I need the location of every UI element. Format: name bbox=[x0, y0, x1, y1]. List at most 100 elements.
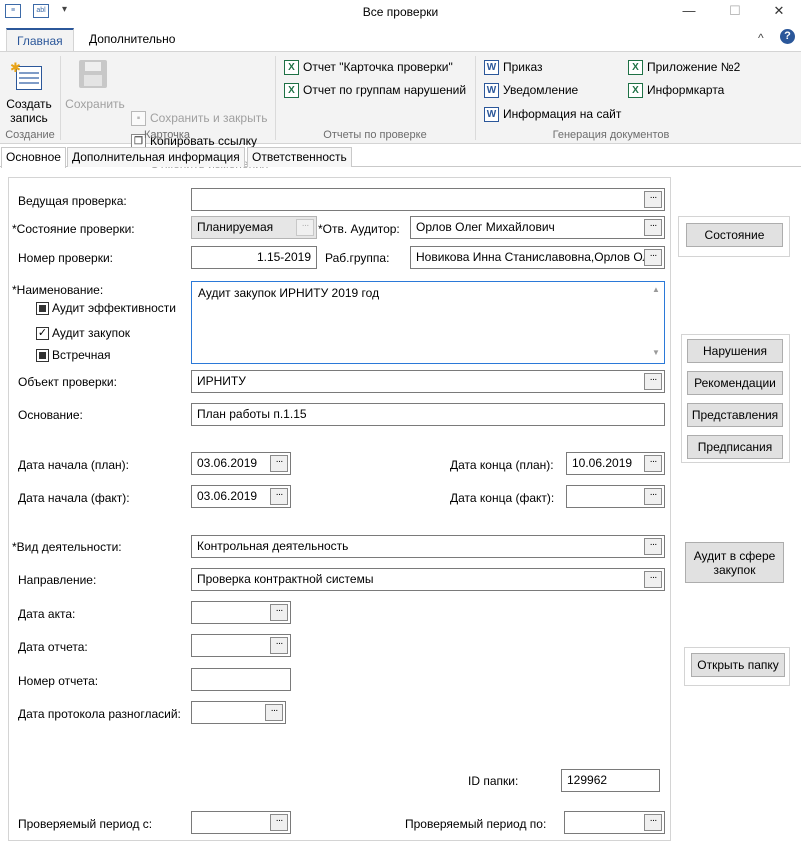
prescriptions-button[interactable]: Предписания bbox=[687, 435, 783, 459]
tab-responsibility[interactable]: Ответственность bbox=[247, 147, 352, 167]
title-bar: ≡ abl ▾ Все проверки — ☐ ✕ bbox=[0, 0, 801, 24]
lead-check-lookup-button[interactable]: ··· bbox=[644, 191, 662, 208]
folder-id-label: ID папки: bbox=[468, 774, 519, 788]
ribbon: ✱ Создать запись Создание Сохранить ▪ Сох… bbox=[0, 51, 801, 171]
act-date-field[interactable]: ··· bbox=[191, 601, 291, 624]
appendix2-button[interactable]: X Приложение №2 bbox=[628, 57, 740, 77]
group-separator bbox=[275, 56, 276, 140]
tab-home[interactable]: Главная bbox=[6, 28, 74, 52]
close-button[interactable]: ✕ bbox=[756, 0, 801, 24]
direction-label: Направление: bbox=[18, 573, 97, 587]
direction-field[interactable]: Проверка контрактной системы ··· bbox=[191, 568, 665, 591]
appendix2-label: Приложение №2 bbox=[647, 60, 741, 74]
act-date-calendar-button[interactable]: ··· bbox=[270, 604, 288, 621]
direction-lookup-button[interactable]: ··· bbox=[644, 571, 662, 588]
direction-value: Проверка контрактной системы bbox=[197, 572, 374, 586]
state-label: *Состояние проверки: bbox=[12, 222, 135, 236]
protocol-date-calendar-button[interactable]: ··· bbox=[265, 704, 283, 721]
excel-icon: X bbox=[284, 59, 299, 75]
group-label-docs: Генерация документов bbox=[552, 129, 670, 141]
period-from-field[interactable]: ··· bbox=[191, 811, 291, 834]
start-fact-calendar-button[interactable]: ··· bbox=[270, 488, 288, 505]
collapse-ribbon-icon[interactable]: ^ bbox=[758, 31, 764, 45]
open-folder-button[interactable]: Открыть папку bbox=[691, 653, 785, 677]
report-groups-button[interactable]: X Отчет по группам нарушений bbox=[284, 80, 466, 100]
name-value: Аудит закупок ИРНИТУ 2019 год bbox=[198, 286, 380, 300]
folder-id-input[interactable]: 129962 bbox=[561, 769, 660, 792]
object-field[interactable]: ИРНИТУ ··· bbox=[191, 370, 665, 393]
start-plan-field[interactable]: 03.06.2019 ··· bbox=[191, 452, 291, 475]
basis-input[interactable]: План работы п.1.15 bbox=[191, 403, 665, 426]
state-lookup-button[interactable]: ··· bbox=[296, 219, 314, 236]
help-icon[interactable]: ? bbox=[780, 29, 795, 44]
start-plan-calendar-button[interactable]: ··· bbox=[270, 455, 288, 472]
check-number-label: Номер проверки: bbox=[18, 251, 113, 265]
save-and-close-button[interactable]: ▪ Сохранить и закрыть bbox=[131, 108, 267, 128]
scroll-up-icon[interactable]: ▲ bbox=[649, 285, 663, 297]
order-label: Приказ bbox=[503, 60, 543, 74]
period-to-field[interactable]: ··· bbox=[564, 811, 665, 834]
content-tab-bar: Основное Дополнительная информация Ответ… bbox=[0, 145, 801, 168]
save-and-close-label: Сохранить и закрыть bbox=[150, 111, 268, 125]
notice-button[interactable]: W Уведомление bbox=[484, 80, 578, 100]
protocol-date-field[interactable]: ··· bbox=[191, 701, 286, 724]
workgroup-lookup-button[interactable]: ··· bbox=[644, 249, 662, 266]
report-card-button[interactable]: X Отчет "Карточка проверки" bbox=[284, 57, 453, 77]
minimize-button[interactable]: — bbox=[666, 0, 712, 24]
end-plan-field[interactable]: 10.06.2019 ··· bbox=[566, 452, 665, 475]
auditor-field[interactable]: Орлов Олег Михайлович ··· bbox=[410, 216, 665, 239]
create-record-button[interactable]: Создать запись bbox=[2, 97, 56, 125]
period-to-label: Проверяемый период по: bbox=[405, 817, 547, 831]
act-date-label: Дата акта: bbox=[18, 607, 76, 621]
infocard-label: Информкарта bbox=[647, 83, 725, 97]
end-fact-calendar-button[interactable]: ··· bbox=[644, 488, 662, 505]
word-icon: W bbox=[484, 106, 499, 122]
state-field[interactable]: Планируемая ··· bbox=[191, 216, 317, 239]
object-lookup-button[interactable]: ··· bbox=[644, 373, 662, 390]
tab-additional-info[interactable]: Дополнительная информация bbox=[67, 147, 245, 167]
start-fact-field[interactable]: 03.06.2019 ··· bbox=[191, 485, 291, 508]
report-number-input[interactable] bbox=[191, 668, 291, 691]
name-scrollbar[interactable]: ▲ ▼ bbox=[649, 283, 663, 362]
group-separator bbox=[475, 56, 476, 140]
report-date-calendar-button[interactable]: ··· bbox=[270, 637, 288, 654]
excel-icon: X bbox=[628, 82, 643, 98]
name-textarea[interactable]: Аудит закупок ИРНИТУ 2019 год ▲ ▼ bbox=[191, 281, 665, 364]
save-button[interactable]: Сохранить bbox=[62, 97, 128, 111]
site-info-button[interactable]: W Информация на сайт bbox=[484, 104, 621, 124]
activity-field[interactable]: Контрольная деятельность ··· bbox=[191, 535, 665, 558]
auditor-lookup-button[interactable]: ··· bbox=[644, 219, 662, 236]
violations-button[interactable]: Нарушения bbox=[687, 339, 783, 363]
scroll-down-icon[interactable]: ▼ bbox=[649, 348, 663, 360]
group-separator bbox=[60, 56, 61, 140]
maximize-button[interactable]: ☐ bbox=[712, 0, 758, 24]
procurement-audit-button[interactable]: Аудит в сфере закупок bbox=[685, 542, 784, 583]
end-plan-calendar-button[interactable]: ··· bbox=[644, 455, 662, 472]
representations-button[interactable]: Представления bbox=[687, 403, 783, 427]
efficiency-audit-label: Аудит эффективности bbox=[52, 301, 177, 315]
activity-lookup-button[interactable]: ··· bbox=[644, 538, 662, 555]
end-fact-field[interactable]: ··· bbox=[566, 485, 665, 508]
efficiency-audit-checkbox[interactable] bbox=[36, 302, 49, 315]
workgroup-field[interactable]: Новикова Инна Станиславовна,Орлов Олег М… bbox=[410, 246, 665, 269]
save-disk-icon bbox=[79, 60, 109, 90]
lead-check-field[interactable]: ··· bbox=[191, 188, 665, 211]
infocard-button[interactable]: X Информкарта bbox=[628, 80, 724, 100]
tab-additional[interactable]: Дополнительно bbox=[79, 28, 185, 52]
check-number-input[interactable]: 1.15-2019 bbox=[191, 246, 317, 269]
period-from-calendar-button[interactable]: ··· bbox=[270, 814, 288, 831]
procurement-audit-checkbox[interactable]: ✓ bbox=[36, 327, 49, 340]
report-date-field[interactable]: ··· bbox=[191, 634, 291, 657]
end-plan-value: 10.06.2019 bbox=[572, 456, 633, 470]
report-number-label: Номер отчета: bbox=[18, 674, 99, 688]
counter-check-checkbox[interactable] bbox=[36, 349, 49, 362]
period-to-calendar-button[interactable]: ··· bbox=[644, 814, 662, 831]
tab-main[interactable]: Основное bbox=[1, 147, 66, 168]
group-label-card: Карточка bbox=[143, 129, 191, 141]
start-fact-label: Дата начала (факт): bbox=[18, 491, 130, 505]
activity-label: *Вид деятельности: bbox=[12, 540, 122, 554]
order-button[interactable]: W Приказ bbox=[484, 57, 543, 77]
state-button[interactable]: Состояние bbox=[686, 223, 783, 247]
activity-value: Контрольная деятельность bbox=[197, 539, 349, 553]
recommendations-button[interactable]: Рекомендации bbox=[687, 371, 783, 395]
